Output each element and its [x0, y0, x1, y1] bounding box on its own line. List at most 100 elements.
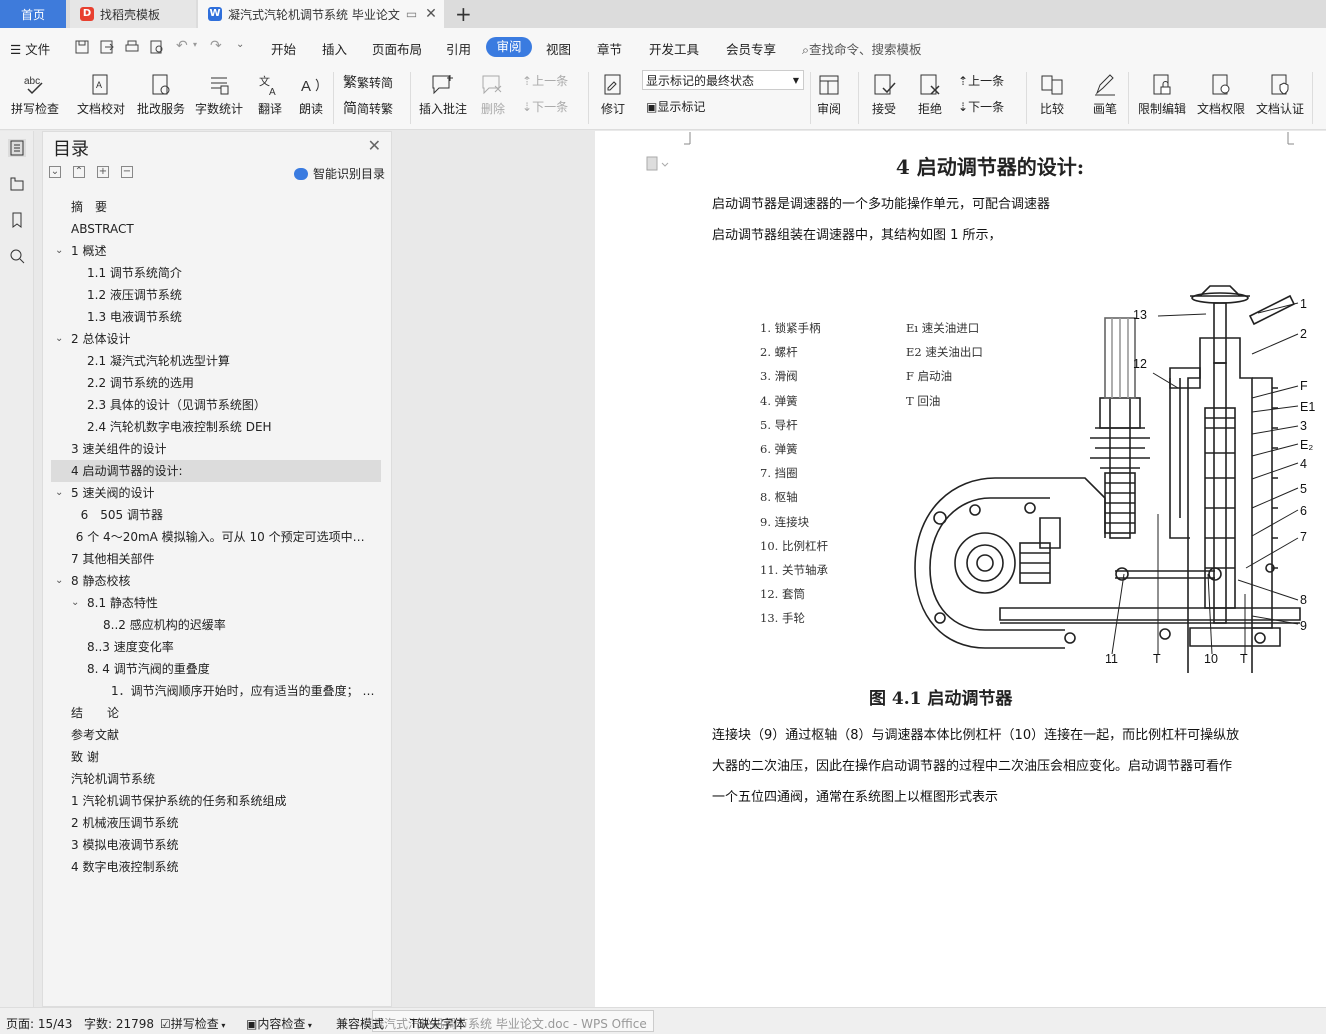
- toc-item[interactable]: 2.3 具体的设计（见调节系统图）: [51, 394, 381, 416]
- toc-item[interactable]: 2.4 汽轮机数字电液控制系统 DEH: [51, 416, 381, 438]
- toc-item[interactable]: 4 启动调节器的设计:: [51, 460, 381, 482]
- restrict-editing-button[interactable]: 限制编辑: [1134, 66, 1190, 130]
- chevron-down-icon[interactable]: ⌄: [55, 570, 63, 592]
- chevron-down-icon[interactable]: ⌄: [55, 482, 63, 504]
- smart-toc-button[interactable]: 智能识别目录: [293, 165, 385, 182]
- export-icon[interactable]: [99, 39, 115, 55]
- quick-access-dropdown-icon[interactable]: ⌄: [236, 39, 244, 50]
- page-indicator[interactable]: 页面: 15/43: [6, 1015, 72, 1032]
- toc-item[interactable]: ⌄ 1 概述: [51, 240, 381, 262]
- menu-layout[interactable]: 页面布局: [372, 39, 422, 58]
- toc-item[interactable]: 汽轮机调节系统: [51, 768, 381, 790]
- remove-heading-icon[interactable]: −: [121, 166, 133, 178]
- toc-item[interactable]: ⌄ 2 总体设计: [51, 328, 381, 350]
- toc-item[interactable]: 6 505 调节器: [51, 504, 381, 526]
- toc-item[interactable]: 7 其他相关部件: [51, 548, 381, 570]
- toc-item[interactable]: 1．调节汽阀顺序开始时，应有适当的重叠度； …: [51, 680, 381, 702]
- toc-item[interactable]: 2.1 凝汽式汽轮机选型计算: [51, 350, 381, 372]
- undo-icon[interactable]: ↶: [176, 38, 188, 54]
- add-heading-icon[interactable]: +: [97, 166, 109, 178]
- toc-panel-icon[interactable]: [8, 139, 26, 157]
- menu-chapter[interactable]: 章节: [597, 39, 622, 58]
- markup-state-select[interactable]: 显示标记的最终状态 ▼: [642, 70, 804, 90]
- reject-button[interactable]: 拒绝: [910, 66, 950, 130]
- prev-change-button[interactable]: ⇡ 上一条: [958, 72, 1004, 89]
- toc-item[interactable]: 1 汽轮机调节保护系统的任务和系统组成: [51, 790, 381, 812]
- toc-item[interactable]: 致 谢: [51, 746, 381, 768]
- next-change-button[interactable]: ⇣ 下一条: [958, 98, 1004, 115]
- toc-item[interactable]: 2 机械液压调节系统: [51, 812, 381, 834]
- toc-item[interactable]: 结 论: [51, 702, 381, 724]
- trad-to-simp-button[interactable]: 繁繁转简: [343, 72, 393, 92]
- delete-comment-button[interactable]: 删除: [473, 66, 513, 130]
- menu-view[interactable]: 视图: [546, 39, 571, 58]
- search-icon[interactable]: [8, 247, 26, 265]
- print-icon[interactable]: [124, 39, 140, 55]
- close-icon[interactable]: ✕: [425, 6, 437, 22]
- missing-font[interactable]: T缺失字体: [410, 1015, 465, 1032]
- prev-comment-button[interactable]: ⇡ 上一条: [522, 72, 568, 89]
- toc-item[interactable]: ⌄ 5 速关阀的设计: [51, 482, 381, 504]
- collapse-all-icon[interactable]: ⌄: [49, 166, 61, 178]
- print-preview-icon[interactable]: [149, 39, 165, 55]
- chevron-down-icon[interactable]: ⌄: [55, 328, 63, 350]
- toc-item[interactable]: ⌄ 8 静态校核: [51, 570, 381, 592]
- spell-check-button[interactable]: abc 拼写检查: [4, 66, 66, 130]
- add-tab-icon[interactable]: +: [455, 2, 472, 26]
- menu-devtools[interactable]: 开发工具: [649, 39, 699, 58]
- doc-certify-button[interactable]: 文档认证: [1252, 66, 1308, 130]
- bookmark-icon[interactable]: [8, 211, 26, 229]
- paragraph-menu-icon[interactable]: [646, 156, 670, 172]
- toc-item[interactable]: 8..3 速度变化率: [51, 636, 381, 658]
- tab-pin-icon[interactable]: ▭: [406, 7, 417, 21]
- toc-item[interactable]: 参考文献: [51, 724, 381, 746]
- toc-item[interactable]: 8..2 感应机构的迟缓率: [51, 614, 381, 636]
- toc-item[interactable]: ABSTRACT: [51, 218, 381, 240]
- translate-button[interactable]: 文A 翻译: [250, 66, 290, 130]
- track-changes-button[interactable]: 修订: [594, 66, 632, 130]
- toc-item[interactable]: 6 个 4～20mA 模拟输入。可从 10 个预定可选项中选…: [51, 526, 381, 548]
- tab-template[interactable]: D 找稻壳模板: [70, 0, 196, 28]
- command-search[interactable]: ⌕查找命令、搜索模板: [802, 39, 922, 58]
- menu-start[interactable]: 开始: [271, 39, 296, 58]
- doc-permission-button[interactable]: 文档权限: [1194, 66, 1248, 130]
- chevron-down-icon[interactable]: ⌄: [55, 240, 63, 262]
- review-pane-button[interactable]: 审阅: [812, 66, 846, 130]
- file-menu[interactable]: ☰ 文件: [10, 39, 50, 58]
- read-aloud-button[interactable]: A 朗读: [294, 66, 328, 130]
- accept-button[interactable]: 接受: [864, 66, 904, 130]
- toc-item[interactable]: 2.2 调节系统的选用: [51, 372, 381, 394]
- simp-to-trad-button[interactable]: 简简转繁: [343, 98, 393, 118]
- toc-item[interactable]: ⌄ 8.1 静态特性: [51, 592, 381, 614]
- toc-item[interactable]: 1.1 调节系统简介: [51, 262, 381, 284]
- tab-document[interactable]: W 凝汽式汽轮机调节系统 毕业论文 ▭ ✕: [198, 0, 444, 28]
- chevron-down-icon[interactable]: ⌄: [71, 592, 79, 614]
- show-markup-button[interactable]: ▣ 显示标记: [646, 98, 705, 115]
- menu-member[interactable]: 会员专享: [726, 39, 776, 58]
- compare-button[interactable]: 比较: [1032, 66, 1072, 130]
- menu-insert[interactable]: 插入: [322, 39, 347, 58]
- word-count-button[interactable]: 字数统计: [192, 66, 246, 130]
- compat-mode[interactable]: 兼容模式: [336, 1015, 384, 1032]
- undo-dropdown-icon[interactable]: ▾: [193, 40, 197, 49]
- menu-review[interactable]: 审阅: [486, 37, 532, 57]
- status-content-check[interactable]: ▣内容检查 ▾: [246, 1015, 312, 1032]
- tab-home[interactable]: 首页: [0, 0, 66, 28]
- chapter-nav-icon[interactable]: [8, 175, 26, 193]
- expand-up-icon[interactable]: ⌃: [73, 166, 85, 178]
- toc-item[interactable]: 3 速关组件的设计: [51, 438, 381, 460]
- toc-item[interactable]: 8. 4 调节汽阀的重叠度: [51, 658, 381, 680]
- close-icon[interactable]: ✕: [368, 136, 381, 155]
- insert-comment-button[interactable]: 插入批注: [416, 66, 470, 130]
- batch-service-button[interactable]: 批改服务: [133, 66, 189, 130]
- pen-button[interactable]: 画笔: [1088, 66, 1122, 130]
- menu-reference[interactable]: 引用: [446, 39, 471, 58]
- toc-item[interactable]: 3 模拟电液调节系统: [51, 834, 381, 856]
- next-comment-button[interactable]: ⇣ 下一条: [522, 98, 568, 115]
- toc-item[interactable]: 1.3 电液调节系统: [51, 306, 381, 328]
- word-count[interactable]: 字数: 21798: [84, 1015, 154, 1032]
- status-spell-check[interactable]: ☑拼写检查 ▾: [160, 1015, 225, 1032]
- redo-icon[interactable]: ↷: [210, 38, 222, 54]
- toc-item[interactable]: 摘 要: [51, 196, 381, 218]
- toc-item[interactable]: 4 数字电液控制系统: [51, 856, 381, 878]
